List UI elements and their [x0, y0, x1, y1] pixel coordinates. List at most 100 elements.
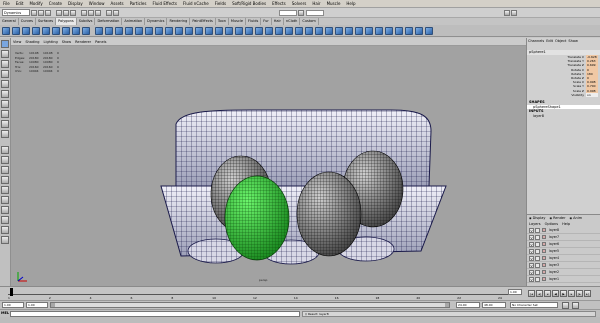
viewport-menu-panels[interactable]: Panels — [93, 38, 108, 46]
select-component-icon[interactable] — [70, 9, 76, 16]
shelf-tab-ncloth[interactable]: nCloth — [284, 18, 301, 25]
menu-item-window[interactable]: Window — [86, 0, 108, 8]
layer-playback-toggle[interactable] — [535, 241, 540, 247]
go-to-end-icon[interactable]: ▸| — [584, 290, 591, 297]
playback-start-field[interactable]: 1.00 — [26, 302, 48, 308]
cylindrical-mapping-icon[interactable] — [305, 26, 313, 35]
layer-visibility-toggle[interactable]: V — [529, 234, 534, 240]
layer-visibility-toggle[interactable]: V — [529, 248, 534, 254]
shelf-tab-surfaces[interactable]: Surfaces — [36, 18, 57, 25]
play-backward-icon[interactable]: ◀ — [552, 290, 559, 297]
egg-front-middle[interactable] — [296, 171, 362, 257]
menu-item-particles[interactable]: Particles — [127, 0, 150, 8]
current-frame-field[interactable]: 1.00 — [508, 289, 522, 295]
perspective-viewport[interactable]: Verts: 10108 10108 0 Edges: 20180 20180 0 Faces:… — [11, 46, 526, 286]
select-hierarchy-icon[interactable] — [56, 9, 62, 16]
shelf-tab-fur[interactable]: Fur — [261, 18, 272, 25]
show-attribute-editor-icon[interactable] — [504, 9, 510, 16]
layer-row[interactable]: Vlayer7 — [527, 234, 600, 241]
current-time-marker[interactable] — [10, 288, 13, 296]
layer-visibility-toggle[interactable]: V — [529, 241, 534, 247]
shelf-tab-hair[interactable]: Hair — [272, 18, 284, 25]
poly-prism-icon[interactable] — [62, 26, 70, 35]
command-language-label[interactable]: MEL — [1, 311, 9, 315]
layer-color-swatch[interactable] — [542, 235, 546, 239]
step-forward-frame-icon[interactable]: ▸ — [568, 290, 575, 297]
step-forward-key-icon[interactable]: |▸ — [576, 290, 583, 297]
menu-item-create[interactable]: Create — [46, 0, 65, 8]
menu-item-fluid-ncache[interactable]: Fluid nCache — [180, 0, 212, 8]
boolean-union-icon[interactable] — [135, 26, 143, 35]
poly-cube-icon[interactable] — [12, 26, 20, 35]
layer-row[interactable]: Vlayer1 — [527, 276, 600, 283]
layer-row[interactable]: Vlayer3 — [527, 262, 600, 269]
layer-visibility-toggle[interactable]: V — [529, 255, 534, 261]
soft-modification-icon[interactable] — [1, 110, 9, 118]
layer-playback-toggle[interactable] — [535, 248, 540, 254]
extrude-icon[interactable] — [175, 26, 183, 35]
layer-color-swatch[interactable] — [542, 263, 546, 267]
layer-visibility-toggle[interactable]: V — [529, 269, 534, 275]
dope-sheet-layout-icon[interactable] — [1, 226, 9, 234]
character-set-dropdown[interactable]: No Character Set — [510, 302, 558, 308]
shelf-tab-rendering[interactable]: Rendering — [167, 18, 191, 25]
menu-item-help[interactable]: Help — [343, 0, 358, 8]
reverse-normals-icon[interactable] — [385, 26, 393, 35]
bridge-icon[interactable] — [185, 26, 193, 35]
menu-item-muscle[interactable]: Muscle — [324, 0, 344, 8]
layer-color-swatch[interactable] — [542, 256, 546, 260]
layer-color-swatch[interactable] — [542, 277, 546, 281]
viewport-menu-renderer[interactable]: Renderer — [73, 38, 93, 46]
channel-menu-edit[interactable]: Edit — [545, 38, 554, 44]
boolean-intersect-icon[interactable] — [155, 26, 163, 35]
play-forward-icon[interactable]: ▶ — [560, 290, 567, 297]
conform-icon[interactable] — [395, 26, 403, 35]
paint-select-tool-icon[interactable] — [1, 60, 9, 68]
new-scene-icon[interactable] — [31, 9, 37, 16]
time-slider[interactable]: 1 2 4 6 8 10 12 14 16 18 20 22 24 1.00 — [0, 286, 526, 300]
layer-playback-toggle[interactable] — [535, 255, 540, 261]
menu-item-edit[interactable]: Edit — [13, 0, 27, 8]
scale-tool-icon[interactable] — [1, 90, 9, 98]
menu-set-dropdown[interactable]: Dynamics — [2, 9, 30, 16]
layer-menu-help[interactable]: Help — [560, 221, 572, 227]
range-bar-handle[interactable] — [55, 303, 445, 307]
layer-color-swatch[interactable] — [542, 249, 546, 253]
viewport-menu-shading[interactable]: Shading — [23, 38, 41, 46]
menu-item-fields[interactable]: Fields — [212, 0, 229, 8]
open-scene-icon[interactable] — [38, 9, 44, 16]
channel-menu-channels[interactable]: Channels — [527, 38, 545, 44]
ipr-render-icon[interactable] — [113, 9, 119, 16]
rotate-tool-icon[interactable] — [1, 80, 9, 88]
layer-playback-toggle[interactable] — [535, 227, 540, 233]
numeric-input-field[interactable] — [306, 9, 324, 16]
render-icon[interactable] — [106, 9, 112, 16]
egg-selected-green[interactable] — [224, 175, 290, 261]
custom-layout-icon[interactable] — [1, 236, 9, 244]
animation-preferences-icon[interactable] — [572, 302, 579, 309]
poly-plane-icon[interactable] — [42, 26, 50, 35]
shelf-tab-animation[interactable]: Animation — [122, 18, 146, 25]
menu-item-file[interactable]: File — [0, 0, 13, 8]
boolean-difference-icon[interactable] — [145, 26, 153, 35]
show-manipulator-icon[interactable] — [1, 120, 9, 128]
menu-item-fluid-effects[interactable]: Fluid Effects — [149, 0, 179, 8]
layer-playback-toggle[interactable] — [535, 276, 540, 282]
snap-grid-icon[interactable] — [81, 9, 87, 16]
viewport-menu-view[interactable]: View — [11, 38, 23, 46]
persp-graph-layout-icon[interactable] — [1, 176, 9, 184]
split-polygon-icon[interactable] — [205, 26, 213, 35]
poly-pipe-icon[interactable] — [82, 26, 90, 35]
input-node-name[interactable]: layer8 — [527, 114, 600, 119]
append-polygon-icon[interactable] — [195, 26, 203, 35]
automatic-mapping-icon[interactable] — [325, 26, 333, 35]
collapse-icon[interactable] — [255, 26, 263, 35]
snap-curve-icon[interactable] — [88, 9, 94, 16]
shelf-tab-curves[interactable]: Curves — [19, 18, 36, 25]
range-bar[interactable] — [50, 302, 450, 308]
layer-row[interactable]: Vlayer6 — [527, 241, 600, 248]
layer-playback-toggle[interactable] — [535, 269, 540, 275]
menu-item-soft-rigid-bodies[interactable]: Soft/Rigid Bodies — [229, 0, 269, 8]
select-tool-icon[interactable] — [1, 40, 9, 48]
channel-attribute-row[interactable]: Visibility on — [527, 92, 600, 98]
